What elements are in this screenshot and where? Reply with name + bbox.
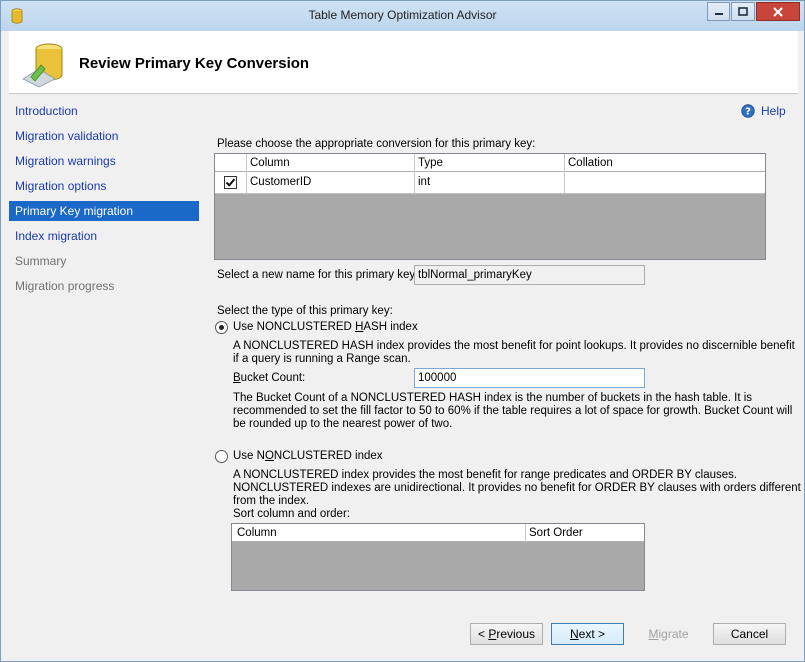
minimize-button[interactable]	[707, 2, 730, 21]
nonclustered-index-radio[interactable]	[215, 450, 228, 463]
table-row[interactable]: CustomerID int	[215, 172, 765, 194]
bucket-description-line: recommended to set the fill factor to 50…	[233, 405, 793, 417]
hash-description-line: if a query is running a Range scan.	[233, 353, 411, 365]
bucket-description-line: The Bucket Count of a NONCLUSTERED HASH …	[233, 392, 753, 404]
next-button[interactable]: Next >	[551, 623, 624, 645]
nav-item-primary-key-migration[interactable]: Primary Key migration	[9, 201, 199, 221]
nav-item-migration-validation[interactable]: Migration validation	[9, 126, 199, 146]
grid-header-selector	[215, 154, 247, 172]
previous-button[interactable]: < Previous	[470, 623, 543, 645]
title-bar[interactable]: Table Memory Optimization Advisor	[1, 1, 804, 31]
migrate-accelerator: M	[648, 627, 659, 641]
cell-column[interactable]: CustomerID	[247, 172, 415, 193]
column-header-column[interactable]: Column	[232, 524, 526, 542]
hash-index-label[interactable]: Use NONCLUSTERED HASH index	[233, 321, 418, 333]
nav-item-introduction[interactable]: Introduction	[9, 101, 199, 121]
bucket-count-label: Bucket Count:	[233, 372, 305, 384]
bucket-label-accelerator: B	[233, 372, 241, 384]
next-accelerator: N	[569, 627, 579, 641]
nonclustered-description: A NONCLUSTERED index provides the most b…	[233, 469, 801, 521]
nc-description-line: NONCLUSTERED indexes are unidirectional.…	[233, 482, 801, 494]
hash-label-pre: Use NONCLUSTERED	[233, 321, 356, 333]
advisor-window: Table Memory Optimization Advisor Review…	[0, 0, 805, 662]
minimize-icon	[714, 12, 723, 15]
column-header-sort-order[interactable]: Sort Order	[526, 524, 644, 542]
nav-item-migration-progress: Migration progress	[15, 279, 115, 293]
nc-description-line: A NONCLUSTERED index provides the most b…	[233, 469, 738, 481]
hash-label-post: ASH index	[363, 321, 418, 333]
row-selector	[215, 172, 247, 193]
previous-post: revious	[496, 627, 536, 641]
primary-key-name-field[interactable]: tblNormal_primaryKey	[414, 265, 645, 285]
nav-item-migration-options[interactable]: Migration options	[9, 176, 199, 196]
sort-column-label: Sort column and order:	[233, 508, 350, 520]
bucket-description-line: be rounded up to the nearest power of tw…	[233, 418, 453, 430]
column-header-collation[interactable]: Collation	[565, 154, 765, 172]
close-button[interactable]	[756, 2, 800, 21]
primary-key-grid: Column Type Collation CustomerID int	[214, 153, 766, 260]
maximize-button[interactable]	[731, 2, 755, 21]
column-header-type[interactable]: Type	[415, 154, 565, 172]
wizard-navigation: Introduction Migration validation Migrat…	[9, 101, 199, 301]
previous-pre: <	[477, 627, 489, 641]
hash-description: A NONCLUSTERED HASH index provides the m…	[233, 340, 795, 366]
cancel-button[interactable]: Cancel	[713, 623, 786, 645]
conversion-prompt: Please choose the appropriate conversion…	[217, 138, 536, 150]
page-title: Review Primary Key Conversion	[79, 55, 310, 72]
nonclustered-index-label[interactable]: Use NONCLUSTERED index	[233, 450, 383, 462]
bucket-count-description: The Bucket Count of a NONCLUSTERED HASH …	[233, 392, 792, 431]
next-post: ext >	[578, 627, 606, 641]
nav-item-index-migration[interactable]: Index migration	[9, 226, 199, 246]
migrate-post: igrate	[658, 627, 689, 641]
nav-item-migration-warnings[interactable]: Migration warnings	[9, 151, 199, 171]
nc-label-pre: Use N	[233, 450, 265, 462]
nav-item-summary: Summary	[15, 254, 67, 268]
header-divider	[9, 93, 798, 94]
bucket-label-rest: ucket Count:	[240, 372, 306, 384]
database-wizard-icon	[22, 43, 63, 88]
nc-label-accelerator: O	[264, 450, 274, 462]
radio-selected-dot	[219, 325, 224, 330]
bucket-count-input[interactable]: 100000	[414, 368, 645, 388]
page-header: Review Primary Key Conversion	[9, 31, 798, 93]
hash-description-line: A NONCLUSTERED HASH index provides the m…	[233, 340, 795, 352]
grid-header: Column Sort Order	[232, 524, 644, 542]
cell-collation[interactable]	[565, 172, 765, 193]
svg-text:?: ?	[745, 107, 751, 118]
column-header-column[interactable]: Column	[247, 154, 415, 172]
checkmark-icon	[225, 178, 236, 187]
new-name-label: Select a new name for this primary key:	[217, 269, 419, 281]
migrate-button: Migrate	[632, 623, 705, 645]
maximize-icon	[738, 7, 748, 16]
key-type-label: Select the type of this primary key:	[217, 305, 393, 317]
help-link[interactable]: ? Help	[741, 104, 786, 118]
cell-type[interactable]: int	[415, 172, 565, 193]
nc-description-line: from the index.	[233, 495, 310, 507]
row-checkbox[interactable]	[224, 176, 237, 189]
grid-header: Column Type Collation	[215, 154, 765, 172]
help-label: Help	[761, 104, 786, 118]
nc-label-post: NCLUSTERED index	[273, 450, 383, 462]
close-icon	[773, 6, 783, 17]
window-title: Table Memory Optimization Advisor	[308, 8, 497, 22]
help-icon: ?	[741, 104, 755, 118]
hash-index-radio[interactable]	[215, 321, 228, 334]
sort-order-grid: Column Sort Order	[231, 523, 645, 591]
